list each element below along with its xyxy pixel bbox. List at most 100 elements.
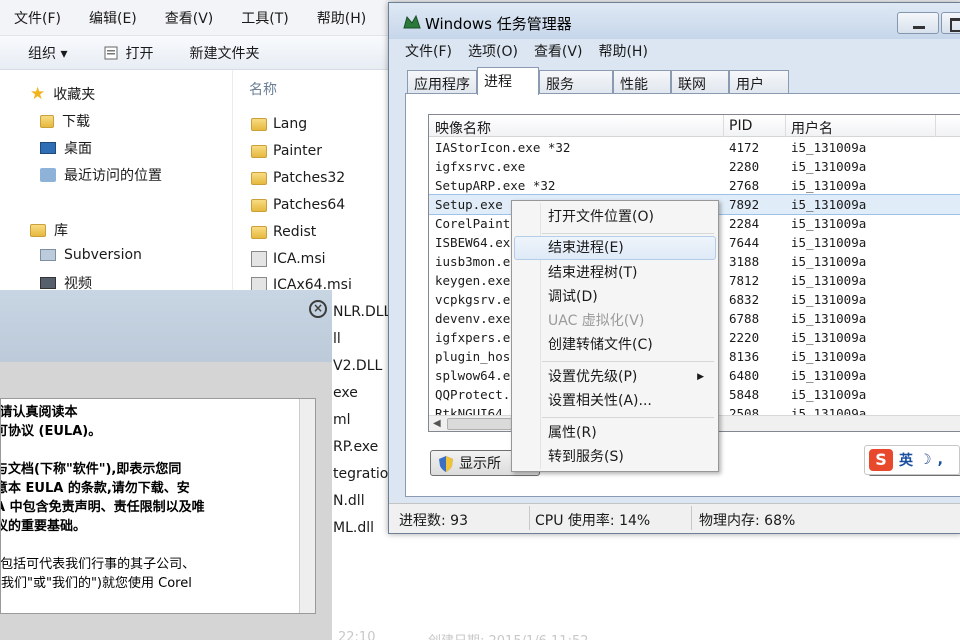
eula-scrollbar[interactable]	[299, 399, 315, 613]
file-item[interactable]: tegratio	[333, 466, 388, 482]
status-cpu-usage: CPU 使用率: 14%	[535, 513, 651, 529]
process-pid: 2280	[729, 159, 760, 174]
process-row[interactable]: igfxsrvc.exe 2280 i5_131009a	[429, 157, 960, 176]
setup-titlebar: ×	[0, 290, 332, 362]
process-pid: 6480	[729, 368, 760, 383]
file-item[interactable]: ll	[333, 331, 341, 347]
minimize-button[interactable]	[897, 12, 939, 34]
task-manager-app-icon	[403, 14, 421, 29]
process-row[interactable]: IAStorIcon.exe *32 4172 i5_131009a	[429, 138, 960, 157]
menu-open-file-location[interactable]: 打开文件位置(O)	[514, 205, 716, 229]
column-header-pid[interactable]: PID	[729, 118, 752, 134]
organize-button[interactable]: 组织 ▾	[28, 43, 67, 63]
open-button[interactable]: 打开	[103, 43, 153, 63]
star-icon: ★	[30, 84, 46, 104]
column-divider[interactable]	[723, 115, 724, 137]
tm-menu-file[interactable]: 文件(F)	[405, 41, 452, 61]
menu-set-priority-label: 设置优先级(P)	[548, 369, 638, 385]
nav-subversion[interactable]: Subversion	[40, 247, 142, 263]
file-name: ICA.msi	[273, 251, 326, 267]
sogou-ime-icon[interactable]: S	[869, 449, 893, 471]
scroll-left-icon[interactable]: ◀	[433, 418, 441, 429]
menu-create-dump-file[interactable]: 创建转储文件(C)	[514, 333, 716, 357]
subversion-icon	[40, 249, 56, 261]
tm-menu-view[interactable]: 查看(V)	[534, 41, 583, 61]
desktop-icon	[40, 142, 56, 154]
eula-line: (包括可代表我们行事的其子公司、	[0, 557, 196, 572]
column-header-name[interactable]: 名称	[249, 79, 277, 99]
menu-set-affinity[interactable]: 设置相关性(A)...	[514, 389, 716, 413]
menu-go-to-service[interactable]: 转到服务(S)	[514, 445, 716, 469]
column-divider[interactable]	[785, 115, 786, 137]
folder-icon	[251, 198, 267, 212]
file-name: Painter	[273, 143, 323, 159]
column-divider[interactable]	[935, 115, 936, 137]
explorer-menu-view[interactable]: 查看(V)	[165, 8, 214, 28]
process-name: vcpkgsrv.e	[435, 292, 511, 307]
open-icon	[104, 46, 118, 59]
open-label: 打开	[125, 45, 154, 62]
ime-mode-label[interactable]: 英	[899, 450, 913, 470]
menu-uac-virtualization: UAC 虚拟化(V)	[548, 313, 645, 329]
tab-networking[interactable]: 联网	[671, 70, 729, 94]
eula-text-box[interactable]: 请认真阅读本 可协议 (EULA)。 与文档(下称"软件"),即表示您同 意本 …	[0, 398, 316, 614]
tm-menu-options[interactable]: 选项(O)	[468, 41, 518, 61]
file-item[interactable]: exe	[333, 385, 358, 401]
nav-recent[interactable]: 最近访问的位置	[40, 165, 162, 185]
ime-toolbar[interactable]: S 英 ☽ ,	[864, 445, 960, 475]
process-user: i5_131009a	[791, 197, 867, 212]
faded-time: 22:10	[338, 630, 376, 640]
file-item[interactable]: ICA.msi	[251, 251, 326, 267]
close-icon[interactable]: ×	[309, 300, 327, 318]
column-header-user[interactable]: 用户名	[791, 118, 833, 138]
nav-desktop[interactable]: 桌面	[40, 138, 92, 158]
file-item[interactable]: ml	[333, 412, 351, 428]
uac-shield-icon	[439, 456, 453, 472]
task-manager-statusbar: 进程数: 93 CPU 使用率: 14% 物理内存: 68%	[389, 503, 960, 533]
file-item[interactable]: Patches32	[251, 170, 345, 186]
file-name: NLR.DLL	[333, 304, 392, 320]
process-row[interactable]: SetupARP.exe *32 2768 i5_131009a	[429, 176, 960, 195]
explorer-menu-file[interactable]: 文件(F)	[14, 8, 61, 28]
task-manager-menubar: 文件(F) 选项(O) 查看(V) 帮助(H)	[389, 39, 960, 63]
tab-applications[interactable]: 应用程序	[407, 70, 477, 94]
file-item[interactable]: N.dll	[333, 493, 365, 509]
file-item[interactable]: V2.DLL	[333, 358, 382, 374]
menu-debug[interactable]: 调试(D)	[514, 285, 716, 309]
file-item[interactable]: NLR.DLL	[333, 304, 391, 320]
process-pid: 6832	[729, 292, 760, 307]
tab-processes[interactable]: 进程	[477, 67, 539, 95]
nav-libraries[interactable]: 库	[30, 220, 68, 240]
file-item[interactable]: Redist	[251, 224, 316, 240]
punctuation-icon[interactable]: ,	[938, 452, 943, 468]
eula-line: "我们"或"我们的")就您使用 Corel	[0, 576, 192, 591]
new-folder-button[interactable]: 新建文件夹	[189, 43, 259, 63]
file-item[interactable]: Lang	[251, 116, 307, 132]
file-item[interactable]: Painter	[251, 143, 322, 159]
nav-downloads[interactable]: 下载	[40, 111, 90, 131]
process-user: i5_131009a	[791, 140, 867, 155]
nav-favorites[interactable]: ★ 收藏夹	[30, 84, 95, 104]
tab-performance[interactable]: 性能	[613, 70, 671, 94]
explorer-menu-tools[interactable]: 工具(T)	[241, 8, 288, 28]
explorer-menu-edit[interactable]: 编辑(E)	[89, 8, 137, 28]
tab-services[interactable]: 服务	[539, 70, 613, 94]
menu-end-process-tree[interactable]: 结束进程树(T)	[514, 261, 716, 285]
file-item[interactable]: RP.exe	[333, 439, 378, 455]
maximize-button[interactable]	[941, 12, 960, 34]
menu-set-priority[interactable]: 设置优先级(P) ▶	[514, 365, 716, 389]
explorer-menu-help[interactable]: 帮助(H)	[317, 8, 366, 28]
tab-users[interactable]: 用户	[729, 70, 789, 94]
task-manager-titlebar[interactable]: Windows 任务管理器	[389, 3, 960, 39]
file-name: Redist	[273, 224, 317, 240]
show-all-label: 显示所	[459, 456, 501, 472]
process-pid: 3188	[729, 254, 760, 269]
file-item[interactable]: Patches64	[251, 197, 345, 213]
menu-end-process[interactable]: 结束进程(E)	[514, 236, 716, 260]
column-header-image-name[interactable]: 映像名称	[435, 118, 491, 138]
file-name: RP.exe	[333, 439, 379, 455]
menu-properties[interactable]: 属性(R)	[514, 421, 716, 445]
tm-menu-help[interactable]: 帮助(H)	[598, 41, 647, 61]
moon-icon[interactable]: ☽	[919, 452, 932, 468]
scroll-thumb[interactable]	[447, 418, 517, 430]
